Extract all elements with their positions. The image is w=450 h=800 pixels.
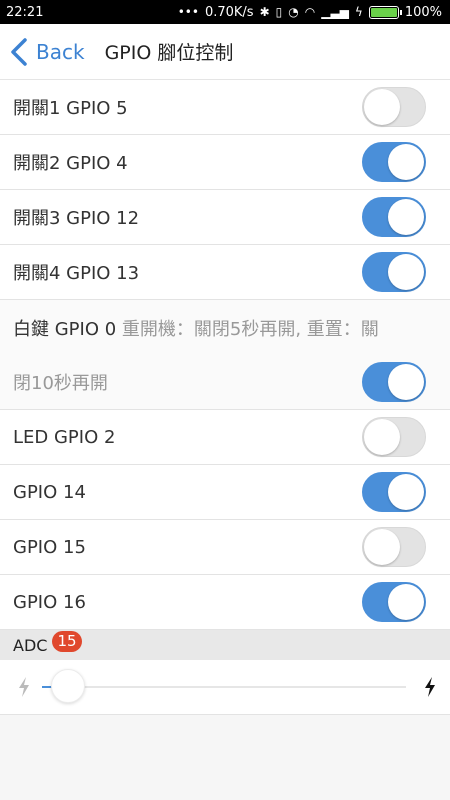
charging-icon: ϟ (354, 5, 363, 19)
toggle-knob (388, 584, 424, 620)
network-speed: 0.70K/s (204, 4, 254, 20)
switch-row-gpio16: GPIO 16 (0, 575, 450, 630)
toggle-knob (364, 419, 400, 455)
switch-label: LED GPIO 2 (13, 426, 116, 448)
white-key-note: 白鍵 GPIO 0 重開機：關閉5秒再開, 重置：關 (13, 315, 437, 341)
switch-row-led: LED GPIO 2 (0, 410, 450, 465)
switch-row-gpio15: GPIO 15 (0, 520, 450, 575)
white-key-prefix: 白鍵 GPIO 0 (13, 318, 117, 340)
back-label: Back (36, 39, 85, 64)
toggle-switch-4[interactable] (362, 252, 426, 292)
bolt-high-icon (425, 677, 435, 697)
toggle-knob (388, 199, 424, 235)
switch-row-3: 開關3 GPIO 12 (0, 190, 450, 245)
bolt-low-icon (19, 677, 29, 697)
status-icons: ••• 0.70K/s ✱ ▯ ◔ ◠ ▁▃▅ ϟ 100% (178, 5, 442, 20)
toggle-knob (388, 364, 424, 400)
wifi-icon: ◠ (304, 5, 316, 19)
alarm-icon: ◔ (288, 5, 299, 19)
battery-percent: 100% (404, 4, 442, 20)
page-title: GPIO 腳位控制 (104, 42, 234, 64)
white-key-row: 閉10秒再開 (0, 355, 450, 410)
toggle-gpio15[interactable] (362, 527, 426, 567)
toggle-white-key[interactable] (362, 362, 426, 402)
adc-slider[interactable] (42, 669, 406, 703)
toggle-knob (364, 529, 400, 565)
status-bar: 22:21 ••• 0.70K/s ✱ ▯ ◔ ◠ ▁▃▅ ϟ 100% (0, 0, 450, 24)
gpio-list: 開關1 GPIO 5 開關2 GPIO 4 開關3 GPIO 12 開關4 GP… (0, 80, 450, 715)
more-dots-icon: ••• (177, 5, 199, 19)
switch-label: GPIO 16 (13, 591, 86, 613)
adc-slider-thumb[interactable] (50, 669, 85, 703)
toggle-knob (388, 474, 424, 510)
back-button[interactable]: Back (8, 37, 85, 67)
status-time: 22:21 (6, 4, 44, 20)
white-key-label: 閉10秒再開 (13, 373, 108, 394)
toggle-switch-1[interactable] (362, 87, 426, 127)
switch-label: 開關3 GPIO 12 (13, 208, 140, 229)
toggle-led-gpio2[interactable] (362, 417, 426, 457)
switch-row-4: 開關4 GPIO 13 (0, 245, 450, 300)
adc-value-badge: 15 (52, 630, 82, 652)
bluetooth-icon: ✱ (259, 5, 270, 19)
vibrate-icon: ▯ (275, 5, 283, 19)
adc-label: ADC (13, 635, 48, 655)
toggle-switch-2[interactable] (362, 142, 426, 182)
switch-label: 開關1 GPIO 5 (13, 98, 128, 119)
nav-bar: Back GPIO 腳位控制 (0, 24, 450, 80)
white-key-note-text: 重開機：關閉5秒再開, 重置：關 (116, 318, 379, 340)
switch-label: GPIO 14 (13, 481, 86, 503)
white-key-note-row: 白鍵 GPIO 0 重開機：關閉5秒再開, 重置：關 (0, 300, 450, 355)
toggle-knob (364, 89, 400, 125)
toggle-gpio14[interactable] (362, 472, 426, 512)
toggle-knob (388, 144, 424, 180)
battery-icon (368, 5, 402, 19)
toggle-gpio16[interactable] (362, 582, 426, 622)
switch-label: 開關2 GPIO 4 (13, 153, 128, 174)
adc-slider-row (0, 660, 450, 715)
switch-label: GPIO 15 (13, 536, 86, 558)
switch-row-2: 開關2 GPIO 4 (0, 135, 450, 190)
switch-label: 開關4 GPIO 13 (13, 263, 140, 284)
chevron-left-icon (11, 37, 27, 66)
signal-icon: ▁▃▅ (321, 5, 349, 19)
switch-row-1: 開關1 GPIO 5 (0, 80, 450, 135)
toggle-switch-3[interactable] (362, 197, 426, 237)
toggle-knob (388, 254, 424, 290)
adc-header: ADC 15 (0, 630, 450, 660)
switch-row-gpio14: GPIO 14 (0, 465, 450, 520)
